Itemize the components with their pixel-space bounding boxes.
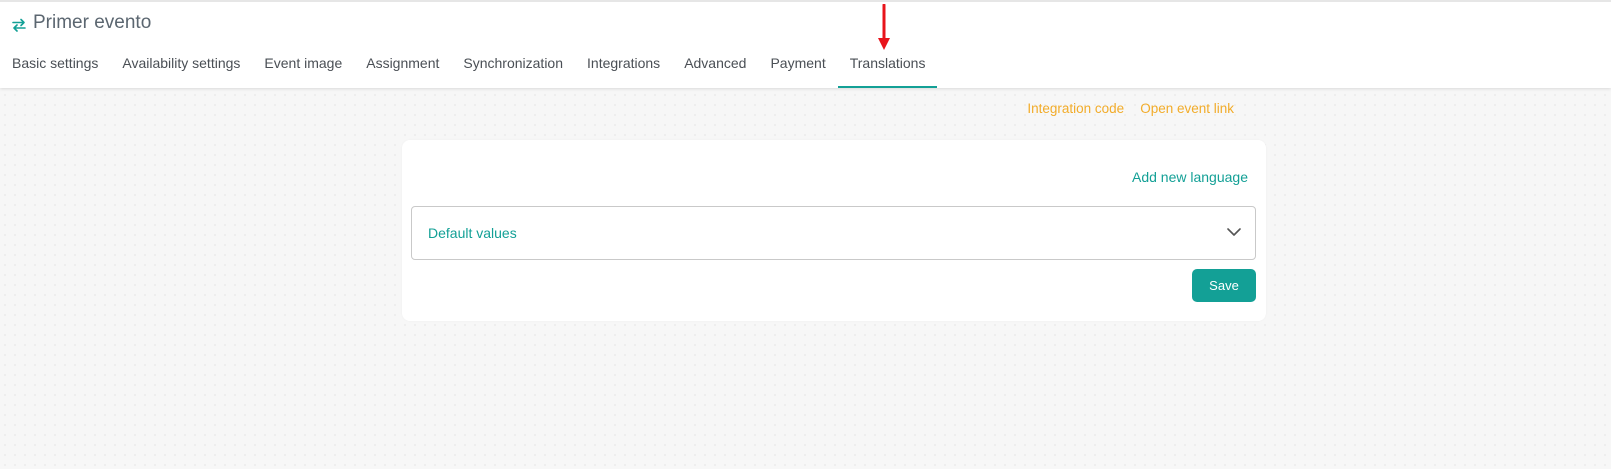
save-button[interactable]: Save bbox=[1192, 269, 1256, 302]
chevron-down-icon bbox=[1227, 228, 1241, 236]
tab-assignment[interactable]: Assignment bbox=[354, 44, 451, 88]
tab-event-image[interactable]: Event image bbox=[252, 44, 354, 88]
tab-advanced[interactable]: Advanced bbox=[672, 44, 758, 88]
annotation-arrow-icon bbox=[878, 4, 890, 50]
default-values-accordion[interactable]: Default values bbox=[411, 206, 1256, 260]
tab-payment[interactable]: Payment bbox=[758, 44, 837, 88]
tab-synchronization[interactable]: Synchronization bbox=[451, 44, 575, 88]
top-bar: Primer evento Basic settings Availabilit… bbox=[0, 0, 1611, 88]
accordion-label: Default values bbox=[428, 225, 517, 241]
title-row: Primer evento bbox=[12, 12, 151, 34]
translations-card: Add new language Default values Save bbox=[402, 140, 1266, 321]
integration-code-link[interactable]: Integration code bbox=[1027, 101, 1124, 116]
tab-basic-settings[interactable]: Basic settings bbox=[0, 44, 110, 88]
open-event-link[interactable]: Open event link bbox=[1140, 101, 1234, 116]
tab-availability-settings[interactable]: Availability settings bbox=[110, 44, 252, 88]
add-new-language-link[interactable]: Add new language bbox=[1132, 169, 1248, 185]
page-title: Primer evento bbox=[33, 12, 152, 33]
top-links: Integration code Open event link bbox=[1027, 101, 1234, 116]
swap-arrows-icon[interactable] bbox=[12, 18, 26, 32]
tab-bar: Basic settings Availability settings Eve… bbox=[0, 44, 938, 88]
tab-integrations[interactable]: Integrations bbox=[575, 44, 672, 88]
